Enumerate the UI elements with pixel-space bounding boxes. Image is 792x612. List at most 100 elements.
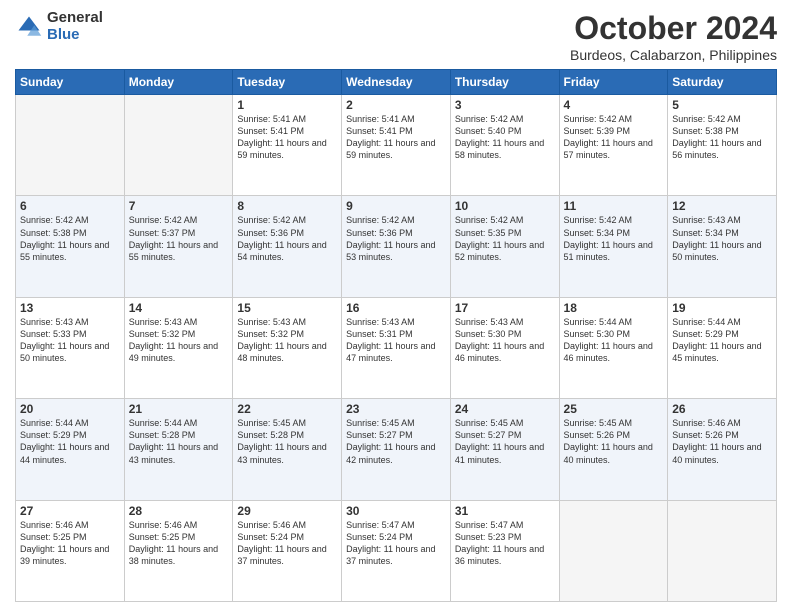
calendar-cell: 15Sunrise: 5:43 AMSunset: 5:32 PMDayligh… [233, 297, 342, 398]
day-number: 26 [672, 402, 772, 416]
calendar-cell: 7Sunrise: 5:42 AMSunset: 5:37 PMDaylight… [124, 196, 233, 297]
day-number: 15 [237, 301, 337, 315]
day-info: Sunrise: 5:43 AMSunset: 5:30 PMDaylight:… [455, 316, 555, 365]
calendar-cell: 27Sunrise: 5:46 AMSunset: 5:25 PMDayligh… [16, 500, 125, 601]
day-number: 19 [672, 301, 772, 315]
day-number: 7 [129, 199, 229, 213]
title-block: October 2024 Burdeos, Calabarzon, Philip… [570, 10, 777, 63]
calendar-cell: 28Sunrise: 5:46 AMSunset: 5:25 PMDayligh… [124, 500, 233, 601]
logo-blue: Blue [47, 27, 103, 44]
day-number: 25 [564, 402, 664, 416]
header-row: SundayMondayTuesdayWednesdayThursdayFrid… [16, 70, 777, 95]
day-header: Friday [559, 70, 668, 95]
day-number: 12 [672, 199, 772, 213]
day-number: 29 [237, 504, 337, 518]
calendar-week-row: 6Sunrise: 5:42 AMSunset: 5:38 PMDaylight… [16, 196, 777, 297]
calendar-week-row: 20Sunrise: 5:44 AMSunset: 5:29 PMDayligh… [16, 399, 777, 500]
day-info: Sunrise: 5:42 AMSunset: 5:40 PMDaylight:… [455, 113, 555, 162]
day-number: 5 [672, 98, 772, 112]
calendar-cell: 21Sunrise: 5:44 AMSunset: 5:28 PMDayligh… [124, 399, 233, 500]
day-header: Wednesday [342, 70, 451, 95]
day-number: 21 [129, 402, 229, 416]
calendar-week-row: 27 Sunrise: 5:46 AMSunset: 5:25 PMDayligh… [16, 500, 777, 601]
day-info: Sunrise: 5:44 AMSunset: 5:28 PMDaylight:… [129, 417, 229, 466]
calendar-cell: 9Sunrise: 5:42 AMSunset: 5:36 PMDaylight… [342, 196, 451, 297]
day-info: Sunrise: 5:45 AMSunset: 5:28 PMDaylight:… [237, 417, 337, 466]
calendar-cell: 4Sunrise: 5:42 AMSunset: 5:39 PMDaylight… [559, 95, 668, 196]
day-info: Sunrise: 5:42 AMSunset: 5:36 PMDaylight:… [237, 214, 337, 263]
calendar-cell: 1Sunrise: 5:41 AMSunset: 5:41 PMDaylight… [233, 95, 342, 196]
day-number: 18 [564, 301, 664, 315]
calendar-cell: 13Sunrise: 5:43 AMSunset: 5:33 PMDayligh… [16, 297, 125, 398]
day-info: Sunrise: 5:44 AMSunset: 5:30 PMDaylight:… [564, 316, 664, 365]
day-info: Sunrise: 5:41 AMSunset: 5:41 PMDaylight:… [237, 113, 337, 162]
calendar-cell [124, 95, 233, 196]
calendar-week-row: 13Sunrise: 5:43 AMSunset: 5:33 PMDayligh… [16, 297, 777, 398]
day-number: 4 [564, 98, 664, 112]
day-number: 17 [455, 301, 555, 315]
calendar-cell: 22Sunrise: 5:45 AMSunset: 5:28 PMDayligh… [233, 399, 342, 500]
day-info: Sunrise: 5:42 AMSunset: 5:39 PMDaylight:… [564, 113, 664, 162]
day-info: Sunrise: 5:41 AMSunset: 5:41 PMDaylight:… [346, 113, 446, 162]
day-number: 10 [455, 199, 555, 213]
day-number: 23 [346, 402, 446, 416]
day-info: Sunrise: 5:43 AMSunset: 5:31 PMDaylight:… [346, 316, 446, 365]
day-info: Sunrise: 5:45 AMSunset: 5:27 PMDaylight:… [455, 417, 555, 466]
day-number: 27 [20, 504, 120, 518]
day-number: 2 [346, 98, 446, 112]
calendar-cell: 14Sunrise: 5:43 AMSunset: 5:32 PMDayligh… [124, 297, 233, 398]
day-info: Sunrise: 5:42 AMSunset: 5:38 PMDaylight:… [672, 113, 772, 162]
day-info: Sunrise: 5:46 AMSunset: 5:24 PMDaylight:… [237, 519, 337, 568]
day-number: 31 [455, 504, 555, 518]
calendar-cell: 24Sunrise: 5:45 AMSunset: 5:27 PMDayligh… [450, 399, 559, 500]
calendar-cell: 10Sunrise: 5:42 AMSunset: 5:35 PMDayligh… [450, 196, 559, 297]
day-number: 8 [237, 199, 337, 213]
calendar-cell: 8Sunrise: 5:42 AMSunset: 5:36 PMDaylight… [233, 196, 342, 297]
day-number: 24 [455, 402, 555, 416]
logo: General Blue [15, 10, 103, 43]
day-number: 1 [237, 98, 337, 112]
day-info: Sunrise: 5:43 AMSunset: 5:32 PMDaylight:… [129, 316, 229, 365]
calendar-cell: 3Sunrise: 5:42 AMSunset: 5:40 PMDaylight… [450, 95, 559, 196]
calendar-week-row: 1Sunrise: 5:41 AMSunset: 5:41 PMDaylight… [16, 95, 777, 196]
day-info: Sunrise: 5:42 AMSunset: 5:36 PMDaylight:… [346, 214, 446, 263]
calendar-cell [16, 95, 125, 196]
day-info: Sunrise: 5:47 AMSunset: 5:23 PMDaylight:… [455, 519, 555, 568]
day-info: Sunrise: 5:43 AMSunset: 5:34 PMDaylight:… [672, 214, 772, 263]
day-number: 16 [346, 301, 446, 315]
day-info: Sunrise: 5:44 AMSunset: 5:29 PMDaylight:… [20, 417, 120, 466]
calendar-cell: 25Sunrise: 5:45 AMSunset: 5:26 PMDayligh… [559, 399, 668, 500]
day-info: Sunrise: 5:42 AMSunset: 5:34 PMDaylight:… [564, 214, 664, 263]
day-number: 28 [129, 504, 229, 518]
logo-icon [15, 13, 43, 41]
day-number: 3 [455, 98, 555, 112]
logo-text: General Blue [47, 10, 103, 43]
day-info: Sunrise: 5:45 AMSunset: 5:27 PMDaylight:… [346, 417, 446, 466]
page: General Blue October 2024 Burdeos, Calab… [0, 0, 792, 612]
day-info: Sunrise: 5:42 AMSunset: 5:37 PMDaylight:… [129, 214, 229, 263]
header: General Blue October 2024 Burdeos, Calab… [15, 10, 777, 63]
calendar-cell: 12Sunrise: 5:43 AMSunset: 5:34 PMDayligh… [668, 196, 777, 297]
day-info: Sunrise: 5:46 AMSunset: 5:25 PMDaylight:… [129, 519, 229, 568]
calendar-cell: 11Sunrise: 5:42 AMSunset: 5:34 PMDayligh… [559, 196, 668, 297]
day-info: Sunrise: 5:42 AMSunset: 5:35 PMDaylight:… [455, 214, 555, 263]
calendar-cell: 17Sunrise: 5:43 AMSunset: 5:30 PMDayligh… [450, 297, 559, 398]
day-number: 22 [237, 402, 337, 416]
calendar-cell: 31Sunrise: 5:47 AMSunset: 5:23 PMDayligh… [450, 500, 559, 601]
day-number: 9 [346, 199, 446, 213]
day-info: Sunrise: 5:42 AMSunset: 5:38 PMDaylight:… [20, 214, 120, 263]
title-month: October 2024 [570, 10, 777, 47]
day-info: Sunrise: 5:45 AMSunset: 5:26 PMDaylight:… [564, 417, 664, 466]
day-header: Monday [124, 70, 233, 95]
day-info: Sunrise: 5:43 AMSunset: 5:32 PMDaylight:… [237, 316, 337, 365]
day-info: Sunrise: 5:44 AMSunset: 5:29 PMDaylight:… [672, 316, 772, 365]
day-info: Sunrise: 5:46 AMSunset: 5:26 PMDaylight:… [672, 417, 772, 466]
title-location: Burdeos, Calabarzon, Philippines [570, 47, 777, 63]
day-number: 14 [129, 301, 229, 315]
day-info: Sunrise: 5:47 AMSunset: 5:24 PMDaylight:… [346, 519, 446, 568]
calendar-cell: 6Sunrise: 5:42 AMSunset: 5:38 PMDaylight… [16, 196, 125, 297]
day-number: 30 [346, 504, 446, 518]
day-number: 11 [564, 199, 664, 213]
calendar-cell: 16Sunrise: 5:43 AMSunset: 5:31 PMDayligh… [342, 297, 451, 398]
calendar-cell: 20Sunrise: 5:44 AMSunset: 5:29 PMDayligh… [16, 399, 125, 500]
